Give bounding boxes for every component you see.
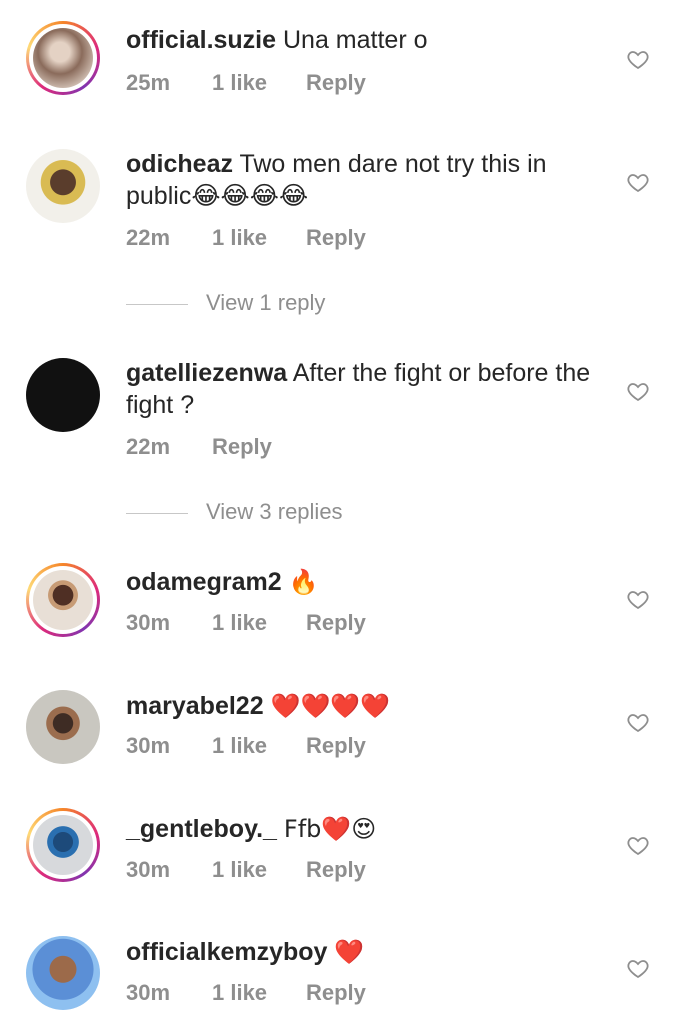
reply-button[interactable]: Reply (306, 70, 366, 96)
divider (126, 512, 188, 514)
comment-likes[interactable]: 1 like (212, 733, 306, 759)
comment-username[interactable]: odicheaz (126, 150, 233, 178)
comment-time: 22m (126, 434, 171, 459)
reply-button[interactable]: Reply (306, 733, 366, 759)
avatar[interactable] (26, 358, 100, 432)
comment-username[interactable]: odamegram2 (126, 568, 282, 596)
heart-icon[interactable] (626, 956, 650, 980)
comment-time: 30m (126, 980, 171, 1005)
avatar[interactable] (26, 936, 100, 1010)
heart-icon[interactable] (626, 379, 650, 403)
reply-button[interactable]: Reply (306, 225, 366, 251)
heart-icon[interactable] (626, 170, 650, 194)
comment-likes[interactable]: 1 like (212, 70, 306, 96)
heart-icon[interactable] (626, 587, 650, 611)
comment-likes[interactable]: 1 like (212, 980, 306, 1006)
avatar[interactable] (26, 563, 100, 637)
comment-text: Una matter o (283, 26, 428, 54)
comment-username[interactable]: _gentleboy._ (126, 815, 277, 843)
avatar[interactable] (26, 149, 100, 223)
comment-text: ❤️ (334, 938, 365, 966)
view-replies-button[interactable]: View 3 replies (126, 499, 343, 525)
comment-time: 30m (126, 733, 171, 758)
comment-time: 30m (126, 857, 171, 882)
heart-icon[interactable] (626, 710, 650, 734)
comment-likes[interactable]: 1 like (212, 225, 306, 251)
comment-likes[interactable]: 1 like (212, 610, 306, 636)
reply-button[interactable]: Reply (306, 980, 366, 1006)
comment-text: 🔥 (288, 568, 319, 596)
comment-text: Ffb❤️😍 (283, 815, 377, 843)
comment-likes[interactable]: 1 like (212, 857, 306, 883)
divider (126, 303, 188, 305)
view-replies-button[interactable]: View 1 reply (126, 290, 325, 316)
heart-icon[interactable] (626, 833, 650, 857)
avatar[interactable] (26, 808, 100, 882)
avatar[interactable] (26, 690, 100, 764)
comment-time: 25m (126, 70, 171, 95)
heart-icon[interactable] (626, 47, 650, 71)
comment-username[interactable]: official.suzie (126, 26, 276, 54)
comment-username[interactable]: maryabel22 (126, 692, 264, 720)
reply-button[interactable]: Reply (306, 857, 366, 883)
comment-text: ❤️❤️❤️❤️ (270, 692, 391, 720)
reply-button[interactable]: Reply (212, 434, 272, 460)
comment-username[interactable]: gatelliezenwa (126, 359, 287, 387)
reply-button[interactable]: Reply (306, 610, 366, 636)
comment-time: 30m (126, 610, 171, 635)
comment-username[interactable]: officialkemzyboy (126, 938, 327, 966)
avatar[interactable] (26, 21, 100, 95)
comment-time: 22m (126, 225, 171, 250)
